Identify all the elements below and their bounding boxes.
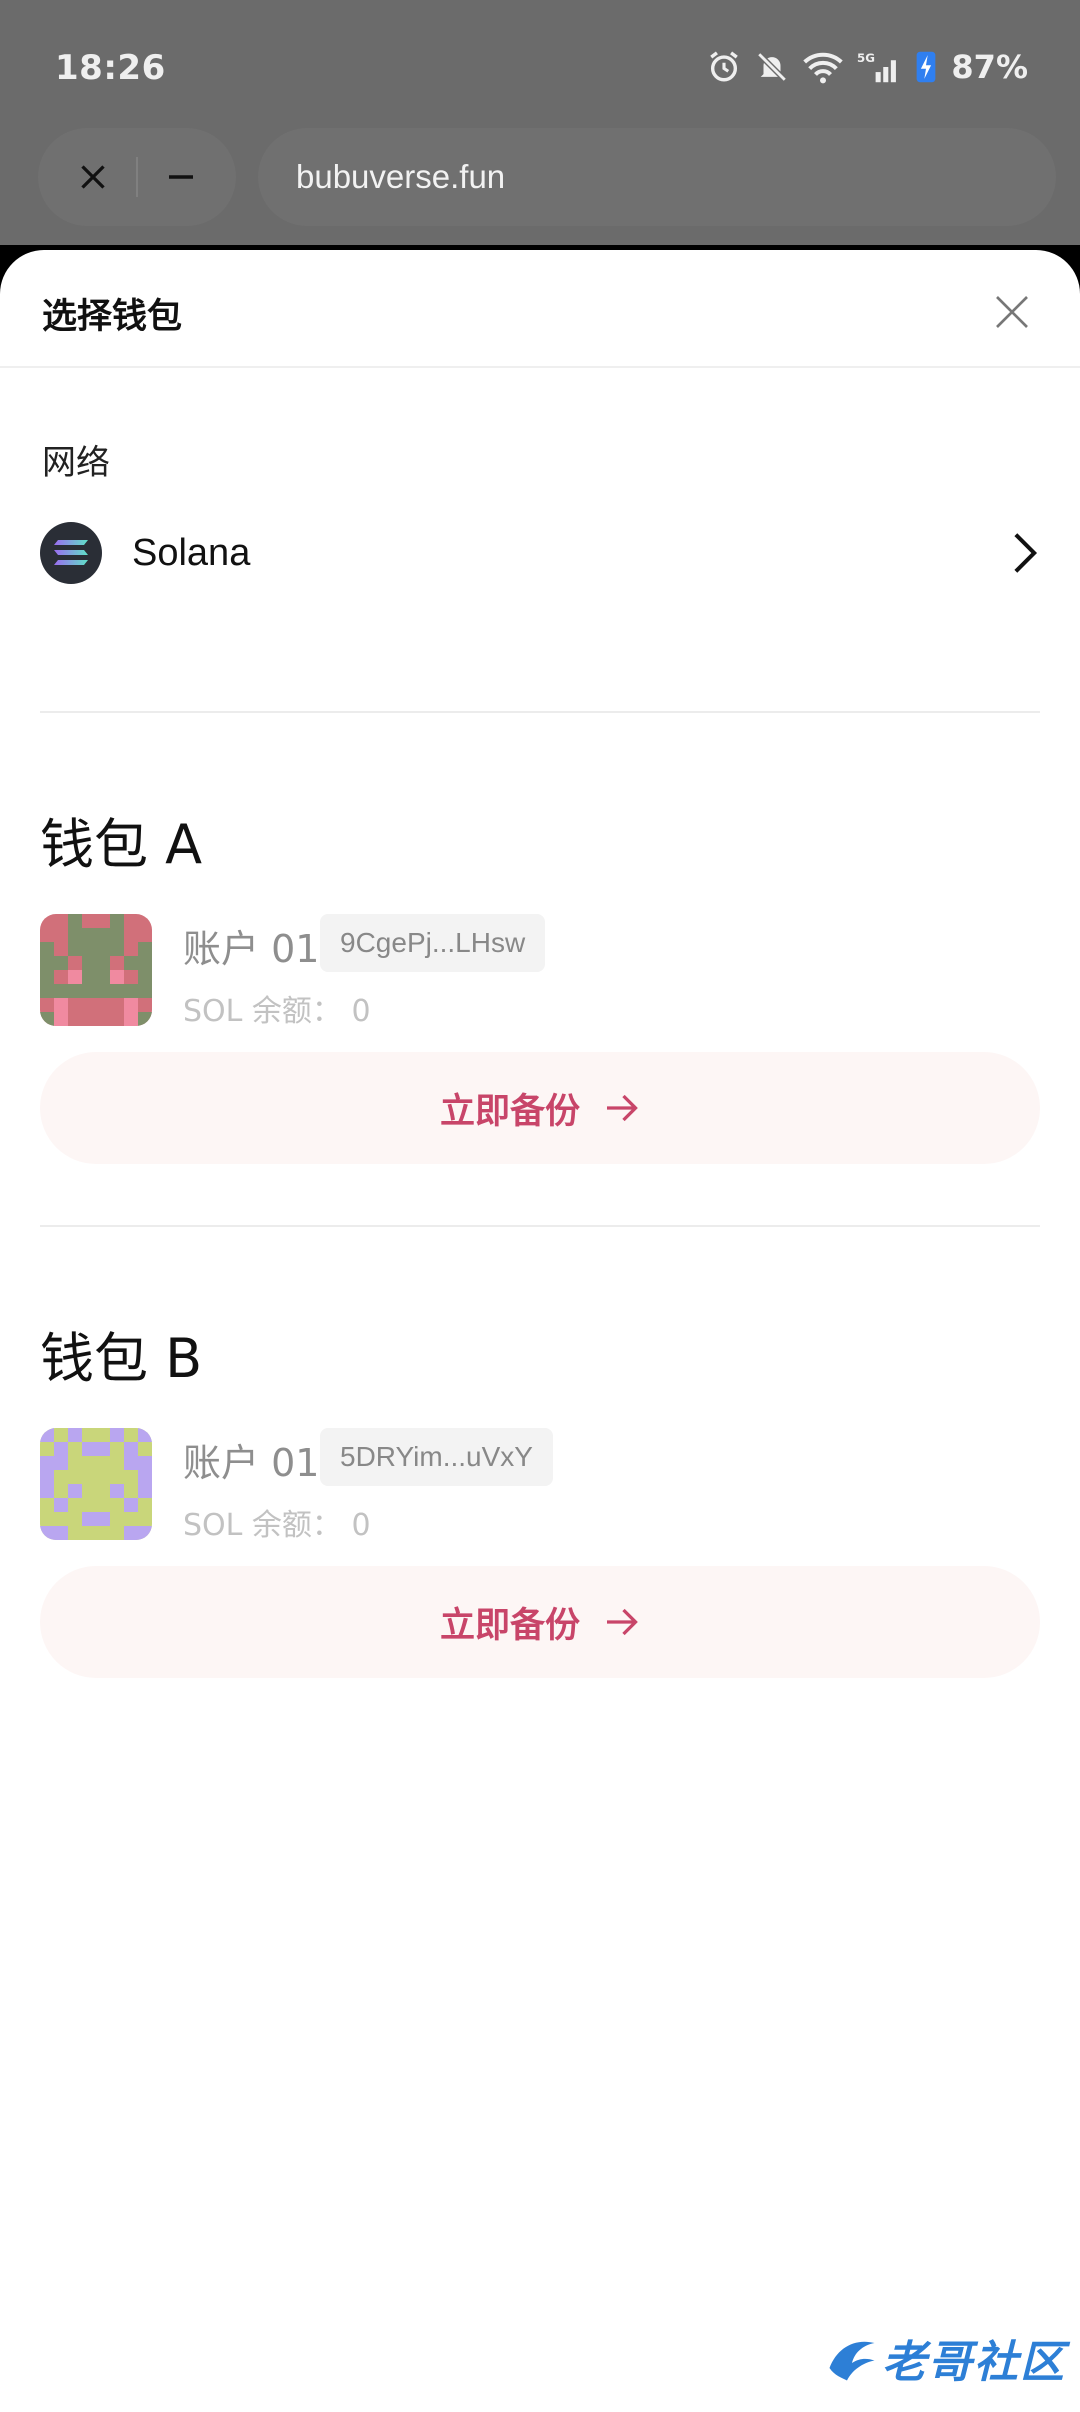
sheet-header: 选择钱包 <box>0 250 1080 368</box>
solana-icon <box>40 522 102 584</box>
account-name: 账户 01 <box>183 927 320 971</box>
account-row-a[interactable]: 账户 01 9CgePj...LHsw SOL 余额： 0 <box>40 914 1040 1029</box>
svg-text:5G: 5G <box>857 51 875 65</box>
divider <box>40 1225 1040 1227</box>
close-icon <box>996 296 1028 328</box>
url-text: bubuverse.fun <box>296 158 506 195</box>
status-icons: 5G 87% <box>707 48 1028 86</box>
browser-top-area: 18:26 5G 87% bubuverse.fun <box>0 0 1080 245</box>
backup-now-button-a[interactable]: 立即备份 <box>40 1052 1040 1164</box>
wallet-title-a: 钱包 A <box>40 813 203 876</box>
wallet-title-b: 钱包 B <box>40 1327 203 1390</box>
avatar <box>40 914 152 1026</box>
network-label: 网络 <box>42 443 110 483</box>
wifi-icon <box>803 52 844 84</box>
control-separator <box>135 157 138 197</box>
watermark-logo: 老哥社区 <box>816 2318 1066 2398</box>
sheet-title: 选择钱包 <box>42 297 183 337</box>
wallet-select-sheet: 选择钱包 网络 Solana 钱包 A 账户 01 9CgePj...LHsw … <box>0 250 1080 2412</box>
backup-label: 立即备份 <box>439 1091 580 1132</box>
arrow-right-icon <box>607 1094 638 1122</box>
address-chip[interactable]: 9CgePj...LHsw <box>320 914 546 972</box>
battery-percent: 87% <box>951 48 1028 86</box>
address-chip[interactable]: 5DRYim...uVxY <box>320 1428 553 1486</box>
watermark-text: 老哥社区 <box>882 2337 1066 2388</box>
divider <box>40 711 1040 713</box>
arrow-right-icon <box>607 1608 638 1636</box>
close-tab-icon[interactable] <box>75 159 111 195</box>
account-row-b[interactable]: 账户 01 5DRYim...uVxY SOL 余额： 0 <box>40 1428 1040 1543</box>
browser-controls <box>38 128 236 226</box>
cell-signal-icon: 5G <box>857 51 897 83</box>
dragon-icon <box>829 2341 875 2381</box>
account-name: 账户 01 <box>183 1441 320 1485</box>
network-selector[interactable]: Solana <box>40 520 1040 586</box>
chevron-right-icon <box>1014 533 1038 573</box>
network-name: Solana <box>132 531 251 574</box>
minimize-icon[interactable] <box>163 159 199 195</box>
alarm-icon <box>710 51 739 82</box>
sheet-close-button[interactable] <box>984 284 1040 340</box>
mute-bell-icon <box>757 52 788 82</box>
backup-now-button-b[interactable]: 立即备份 <box>40 1566 1040 1678</box>
avatar <box>40 1428 152 1540</box>
sol-balance: SOL 余额： 0 <box>183 1508 371 1543</box>
backup-label: 立即备份 <box>439 1605 580 1646</box>
url-bar[interactable]: bubuverse.fun <box>258 128 1056 226</box>
sol-balance: SOL 余额： 0 <box>183 994 371 1029</box>
status-time: 18:26 <box>55 48 166 88</box>
battery-charging-icon <box>917 51 936 83</box>
